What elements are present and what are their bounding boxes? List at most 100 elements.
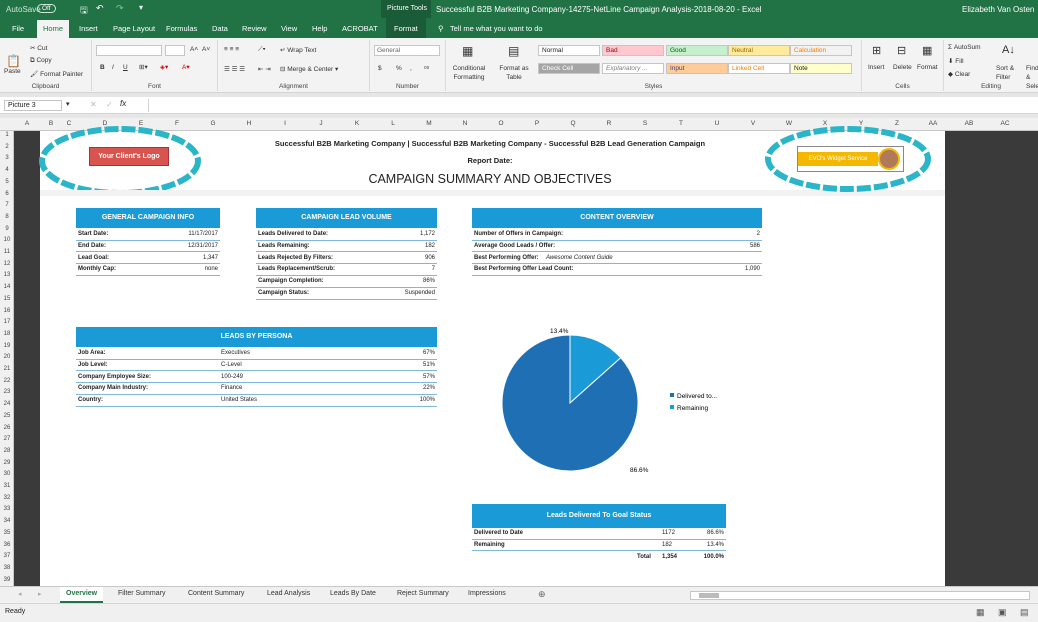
table-row[interactable]: Number of Offers in Campaign: 2	[472, 229, 762, 241]
column-header-t[interactable]: T	[670, 120, 692, 127]
column-header-l[interactable]: L	[382, 120, 404, 127]
column-header-k[interactable]: K	[346, 120, 368, 127]
save-icon[interactable]: 🖫	[80, 3, 88, 19]
currency-button[interactable]: $	[378, 65, 382, 72]
tab-acrobat[interactable]: ACROBAT	[342, 24, 378, 33]
page-layout-view-icon[interactable]: ▣	[998, 607, 1007, 618]
tell-me-search[interactable]: Tell me what you want to do	[450, 24, 543, 33]
column-header-i[interactable]: I	[274, 120, 296, 127]
sheet-tab-reject-summary[interactable]: Reject Summary	[397, 590, 449, 597]
font-color-icon[interactable]: A▾	[182, 63, 190, 71]
column-header-s[interactable]: S	[634, 120, 656, 127]
row-header-17[interactable]: 17	[0, 319, 14, 325]
font-name-dropdown[interactable]	[96, 45, 162, 56]
column-header-q[interactable]: Q	[562, 120, 584, 127]
table-row[interactable]: Company Employee Size: 100-249 57%	[76, 372, 437, 384]
name-box[interactable]: Picture 3	[4, 100, 62, 111]
style-good[interactable]: Good	[666, 45, 728, 56]
tab-insert[interactable]: Insert	[79, 24, 98, 33]
client-logo-button[interactable]: Your Client's Logo	[89, 147, 169, 166]
legend-entry[interactable]: Delivered to...	[677, 393, 717, 400]
column-header-o[interactable]: O	[490, 120, 512, 127]
column-header-r[interactable]: R	[598, 120, 620, 127]
horizontal-scrollbar[interactable]	[690, 591, 1030, 600]
row-header-35[interactable]: 35	[0, 530, 14, 536]
table-row[interactable]: Average Good Leads / Offer: 586	[472, 241, 762, 253]
underline-button[interactable]: U	[123, 64, 128, 71]
column-header-h[interactable]: H	[238, 120, 260, 127]
tab-home[interactable]: Home	[37, 20, 70, 38]
table-row[interactable]: End Date: 12/31/2017	[76, 241, 220, 253]
row-header-4[interactable]: 4	[0, 167, 14, 173]
bold-button[interactable]: B	[100, 64, 105, 71]
autosave-label[interactable]: AutoSave	[6, 5, 41, 14]
sheet-tab-lead-analysis[interactable]: Lead Analysis	[267, 590, 310, 597]
row-header-21[interactable]: 21	[0, 366, 14, 372]
table-row[interactable]: Leads Replacement/Scrub: 7	[256, 264, 437, 276]
sheet-tab-content-summary[interactable]: Content Summary	[188, 590, 244, 597]
insert-cells-icon[interactable]: ⊞	[872, 44, 881, 57]
row-header-36[interactable]: 36	[0, 542, 14, 548]
table-row[interactable]: Country: United States 100%	[76, 395, 437, 407]
grow-font-button[interactable]: A˄	[190, 46, 198, 53]
row-header-39[interactable]: 39	[0, 577, 14, 583]
indent-icon[interactable]: ⇤ ⇥	[258, 65, 271, 73]
sheet-tab-impressions[interactable]: Impressions	[468, 590, 506, 597]
table-row[interactable]: Job Area: Executives 67%	[76, 348, 437, 360]
normal-view-icon[interactable]: ▦	[976, 607, 985, 618]
style-check-cell[interactable]: Check Cell	[538, 63, 600, 74]
column-header-p[interactable]: P	[526, 120, 548, 127]
fill-button[interactable]: ⬇ Fill	[948, 57, 964, 65]
row-header-12[interactable]: 12	[0, 261, 14, 267]
row-header-11[interactable]: 11	[0, 249, 14, 255]
row-header-5[interactable]: 5	[0, 179, 14, 185]
row-header-37[interactable]: 37	[0, 553, 14, 559]
column-header-ac[interactable]: AC	[994, 120, 1016, 127]
table-row[interactable]: Lead Goal: 1,347	[76, 253, 220, 265]
insert-button[interactable]: Insert	[868, 64, 884, 71]
goal-row[interactable]: Remaining 182 13.4%	[472, 540, 726, 552]
style-input[interactable]: Input	[666, 63, 728, 74]
name-box-dropdown-icon[interactable]: ▾	[66, 100, 70, 108]
tab-page-layout[interactable]: Page Layout	[113, 24, 155, 33]
style-normal[interactable]: Normal	[538, 45, 600, 56]
goal-row[interactable]: Delivered to Date 1172 86.6%	[472, 528, 726, 540]
sort-filter-button[interactable]: Sort & Filter	[996, 64, 1026, 82]
sort-filter-icon[interactable]: A↓	[1002, 44, 1015, 56]
merge-center-button[interactable]: ⊟ Merge & Center ▾	[280, 65, 338, 73]
row-header-2[interactable]: 2	[0, 144, 14, 150]
legend-entry[interactable]: Remaining	[677, 405, 708, 412]
column-header-ab[interactable]: AB	[958, 120, 980, 127]
row-header-19[interactable]: 19	[0, 343, 14, 349]
autosave-toggle[interactable]: Off	[37, 4, 56, 13]
comma-button[interactable]: ,	[410, 65, 412, 72]
row-header-6[interactable]: 6	[0, 191, 14, 197]
user-name[interactable]: Elizabeth Van Osten	[962, 5, 1034, 14]
sheet-tab-filter-summary[interactable]: Filter Summary	[118, 590, 165, 597]
delete-button[interactable]: Delete	[893, 64, 912, 71]
row-header-8[interactable]: 8	[0, 214, 14, 220]
copy-button[interactable]: ⧉ Copy	[30, 57, 52, 65]
decimal-icon[interactable]: ⁰⁰	[424, 65, 429, 73]
row-header-22[interactable]: 22	[0, 378, 14, 384]
tab-help[interactable]: Help	[312, 24, 327, 33]
row-header-14[interactable]: 14	[0, 284, 14, 290]
scrollbar-thumb[interactable]	[699, 593, 719, 598]
align-left-icon[interactable]: ☰ ☰ ☰	[224, 65, 245, 73]
format-cells-icon[interactable]: ▦	[922, 44, 932, 57]
style-note[interactable]: Note	[790, 63, 852, 74]
table-row[interactable]: Leads Remaining: 182	[256, 241, 437, 253]
row-header-34[interactable]: 34	[0, 518, 14, 524]
row-header-23[interactable]: 23	[0, 389, 14, 395]
row-header-18[interactable]: 18	[0, 331, 14, 337]
row-header-28[interactable]: 28	[0, 448, 14, 454]
italic-button[interactable]: I	[112, 64, 114, 71]
conditional-formatting-button[interactable]: Conditional Formatting	[448, 64, 490, 82]
fill-color-icon[interactable]: ◈▾	[160, 63, 168, 71]
row-header-10[interactable]: 10	[0, 237, 14, 243]
widget-service-button[interactable]: EVO's Widget Service	[798, 152, 878, 166]
tab-data[interactable]: Data	[212, 24, 228, 33]
row-header-33[interactable]: 33	[0, 506, 14, 512]
table-row[interactable]: Best Performing Offer: Awesome Content Gu…	[472, 253, 762, 265]
shrink-font-button[interactable]: A˅	[202, 46, 210, 53]
